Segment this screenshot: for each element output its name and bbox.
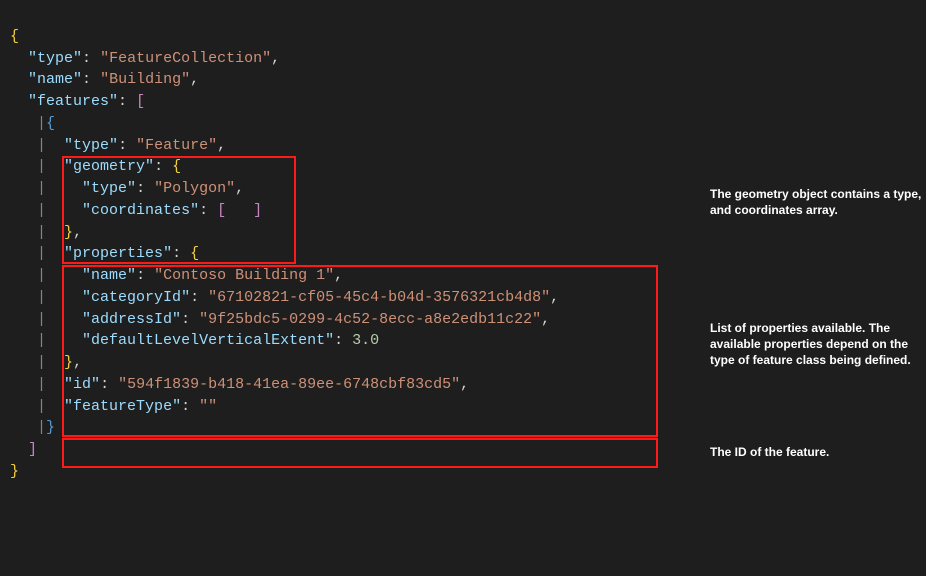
json-key-featureType: "featureType" bbox=[64, 398, 181, 415]
json-key-name: "name" bbox=[28, 71, 82, 88]
code-block: { "type": "FeatureCollection", "name": "… bbox=[10, 4, 559, 483]
json-value-geometry-type: "Polygon" bbox=[154, 180, 235, 197]
json-key-features: "features" bbox=[28, 93, 118, 110]
json-key-prop-name: "name" bbox=[82, 267, 136, 284]
json-value-addressId: "9f25bdc5-0299-4c52-8ecc-a8e2edb11c22" bbox=[199, 311, 541, 328]
json-key-defaultLevelVerticalExtent: "defaultLevelVerticalExtent" bbox=[82, 332, 334, 349]
json-key-addressId: "addressId" bbox=[82, 311, 181, 328]
annotation-properties: List of properties available. The availa… bbox=[710, 320, 926, 369]
json-value-id: "594f1839-b418-41ea-89ee-6748cbf83cd5" bbox=[118, 376, 460, 393]
json-key-coordinates: "coordinates" bbox=[82, 202, 199, 219]
json-value-name: "Building" bbox=[100, 71, 190, 88]
json-key-type: "type" bbox=[28, 50, 82, 67]
annotation-id: The ID of the feature. bbox=[710, 444, 926, 460]
json-key-categoryId: "categoryId" bbox=[82, 289, 190, 306]
json-value-feature-type: "Feature" bbox=[136, 137, 217, 154]
code-editor-view: { "type": "FeatureCollection", "name": "… bbox=[0, 0, 926, 576]
json-key-geometry: "geometry" bbox=[64, 158, 154, 175]
json-key-id: "id" bbox=[64, 376, 100, 393]
json-value-prop-name: "Contoso Building 1" bbox=[154, 267, 334, 284]
json-key-geometry-type: "type" bbox=[82, 180, 136, 197]
json-value-featureType: "" bbox=[199, 398, 217, 415]
json-value-categoryId: "67102821-cf05-45c4-b04d-3576321cb4d8" bbox=[208, 289, 550, 306]
annotation-geometry: The geometry object contains a type, and… bbox=[710, 186, 926, 218]
json-value-defaultLevelVerticalExtent: 3.0 bbox=[352, 332, 379, 349]
json-key-feature-type: "type" bbox=[64, 137, 118, 154]
json-value-type: "FeatureCollection" bbox=[100, 50, 271, 67]
json-key-properties: "properties" bbox=[64, 245, 172, 262]
